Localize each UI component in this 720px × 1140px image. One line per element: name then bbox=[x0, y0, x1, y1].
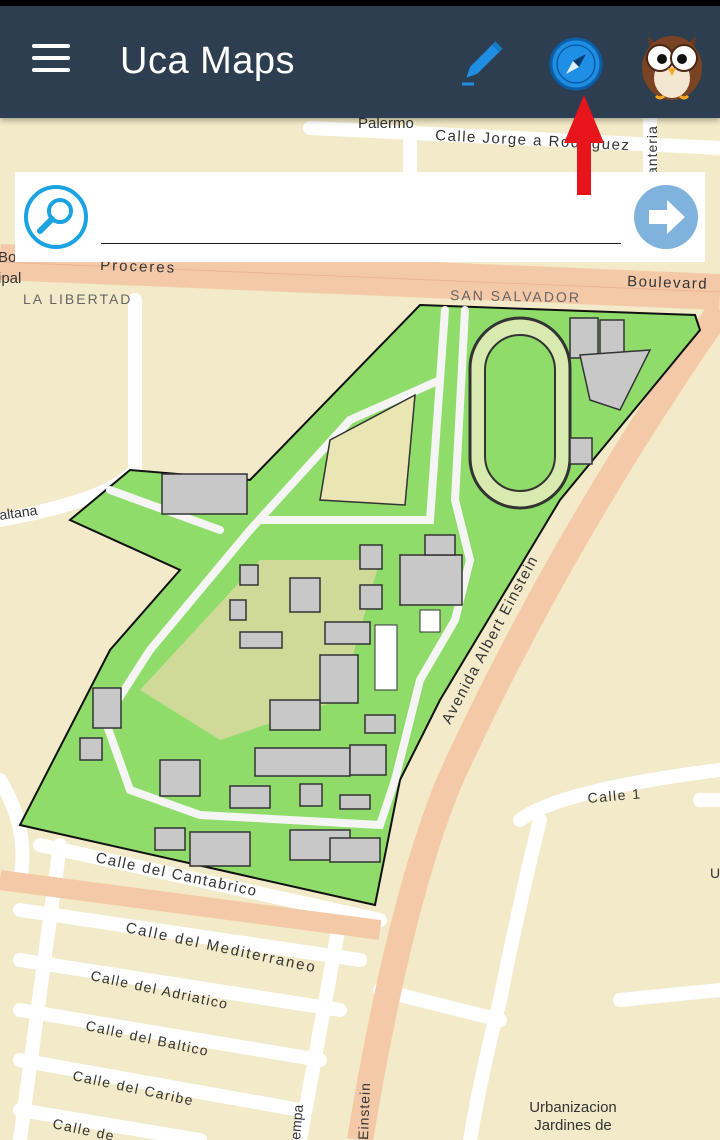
label-u: U bbox=[710, 865, 720, 881]
label-bo: Bo bbox=[0, 249, 16, 266]
profile-button[interactable] bbox=[636, 26, 708, 102]
app-bar: Uca Maps bbox=[0, 6, 720, 118]
menu-button[interactable] bbox=[32, 44, 80, 80]
owl-avatar-icon bbox=[642, 36, 702, 100]
compass-icon bbox=[549, 37, 603, 91]
map-canvas[interactable]: Palermo Calle Jorge a Rodriguez Próceres… bbox=[0, 118, 720, 1140]
label-manteria: anteria bbox=[644, 125, 660, 175]
arrow-right-circle-icon bbox=[634, 185, 698, 249]
pencil-icon bbox=[462, 41, 503, 86]
red-arrow-up-icon bbox=[564, 95, 604, 195]
map-view[interactable]: Palermo Calle Jorge a Rodriguez Próceres… bbox=[0, 118, 720, 1140]
label-salvador: SAN SALVADOR bbox=[450, 287, 581, 305]
hamburger-menu-icon bbox=[32, 44, 70, 48]
label-libertad: LA LIBERTAD bbox=[23, 291, 132, 307]
search-input[interactable] bbox=[101, 194, 621, 244]
label-boulevard: Boulevard bbox=[627, 273, 709, 293]
label-ipal: ipal bbox=[0, 270, 21, 287]
label-palermo: Palermo bbox=[358, 118, 414, 132]
go-button[interactable] bbox=[633, 184, 699, 250]
edit-button[interactable] bbox=[454, 34, 510, 90]
compass-button[interactable] bbox=[548, 36, 604, 92]
app-title: Uca Maps bbox=[120, 40, 296, 82]
magnifier-icon bbox=[24, 185, 88, 249]
label-einstein2: Einstein bbox=[355, 1082, 373, 1140]
label-urb1: Urbanizacion bbox=[529, 1099, 617, 1116]
label-urb2: Jardines de bbox=[534, 1117, 612, 1134]
search-button[interactable] bbox=[23, 184, 89, 250]
label-empa: empa bbox=[287, 1104, 306, 1140]
label-calle1: Calle 1 bbox=[587, 785, 642, 806]
